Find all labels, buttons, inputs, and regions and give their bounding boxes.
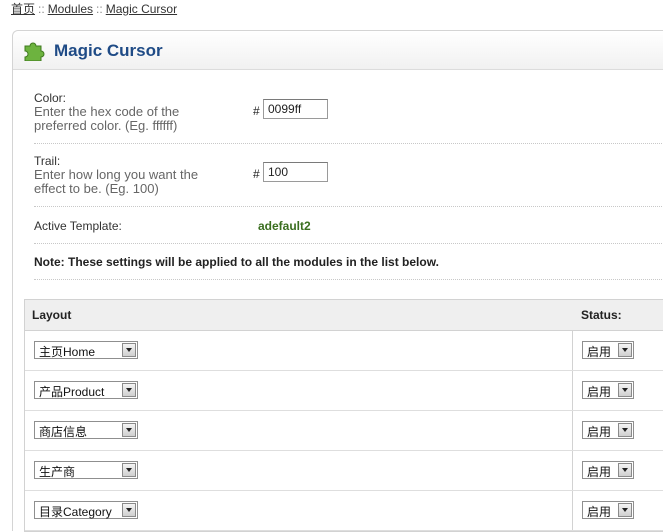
layout-select[interactable]: 主页Home bbox=[34, 341, 138, 359]
table-row: 目录Category 启用 bbox=[25, 491, 663, 531]
chevron-down-icon[interactable] bbox=[122, 503, 136, 517]
color-hash: # bbox=[253, 104, 260, 118]
layout-select-value: 商店信息 bbox=[39, 425, 88, 439]
status-select-value: 启用 bbox=[587, 505, 612, 519]
active-template-row: Active Template: adefault2 bbox=[34, 207, 663, 244]
layout-column-header: Layout bbox=[32, 308, 72, 322]
chevron-down-icon[interactable] bbox=[618, 343, 632, 357]
table-row: 产品Product 启用 bbox=[25, 371, 663, 411]
layout-select[interactable]: 目录Category bbox=[34, 501, 138, 519]
color-input[interactable] bbox=[263, 99, 328, 119]
layout-select-value: 生产商 bbox=[39, 465, 76, 479]
trail-input[interactable] bbox=[263, 162, 328, 182]
breadcrumb-separator: :: bbox=[96, 2, 103, 16]
module-panel: Magic Cursor Color: Enter the hex code o… bbox=[12, 30, 663, 532]
breadcrumb-home-link[interactable]: 首页 bbox=[11, 2, 35, 16]
status-select[interactable]: 启用 bbox=[582, 341, 634, 359]
active-template-label: Active Template: bbox=[34, 219, 122, 233]
settings-note-row: Note: These settings will be applied to … bbox=[34, 244, 663, 280]
status-select-value: 启用 bbox=[587, 425, 612, 439]
status-select-value: 启用 bbox=[587, 385, 612, 399]
status-select[interactable]: 启用 bbox=[582, 421, 634, 439]
table-row: 主页Home 启用 bbox=[25, 331, 663, 371]
trail-setting-row: Trail: Enter how long you want the effec… bbox=[34, 144, 663, 207]
breadcrumb-separator: :: bbox=[38, 2, 45, 16]
chevron-down-icon[interactable] bbox=[618, 383, 632, 397]
settings-note: Note: These settings will be applied to … bbox=[34, 255, 439, 269]
puzzle-piece-icon bbox=[24, 42, 45, 61]
status-select[interactable]: 启用 bbox=[582, 501, 634, 519]
trail-hash: # bbox=[253, 167, 260, 181]
layout-select-value: 产品Product bbox=[39, 385, 105, 399]
layout-select[interactable]: 商店信息 bbox=[34, 421, 138, 439]
color-label: Color: bbox=[34, 91, 67, 105]
color-setting-row: Color: Enter the hex code of the preferr… bbox=[34, 81, 663, 144]
chevron-down-icon[interactable] bbox=[618, 503, 632, 517]
breadcrumb: 首页:: Modules:: Magic Cursor bbox=[11, 0, 177, 17]
breadcrumb-current-link[interactable]: Magic Cursor bbox=[106, 2, 177, 16]
chevron-down-icon[interactable] bbox=[122, 343, 136, 357]
status-select[interactable]: 启用 bbox=[582, 461, 634, 479]
table-row: 生产商 启用 bbox=[25, 451, 663, 491]
status-select-value: 启用 bbox=[587, 345, 612, 359]
layout-select[interactable]: 产品Product bbox=[34, 381, 138, 399]
trail-help-text: Enter how long you want the effect to be… bbox=[34, 167, 199, 196]
status-select[interactable]: 启用 bbox=[582, 381, 634, 399]
layout-select-value: 主页Home bbox=[39, 345, 96, 359]
panel-header: Magic Cursor bbox=[13, 31, 663, 70]
table-header: Layout Status: bbox=[25, 300, 663, 331]
chevron-down-icon[interactable] bbox=[618, 463, 632, 477]
trail-label: Trail: bbox=[34, 154, 61, 168]
color-help-text: Enter the hex code of the preferred colo… bbox=[34, 104, 180, 133]
layout-select-value: 目录Category bbox=[39, 505, 112, 519]
breadcrumb-modules-link[interactable]: Modules bbox=[48, 2, 93, 16]
status-column-header: Status: bbox=[581, 308, 622, 322]
layout-status-table: Layout Status: 主页Home 启用 产品Product 启用 商店… bbox=[24, 299, 663, 532]
table-row: 商店信息 启用 bbox=[25, 411, 663, 451]
active-template-value: adefault2 bbox=[258, 219, 311, 233]
panel-title: Magic Cursor bbox=[54, 41, 163, 60]
chevron-down-icon[interactable] bbox=[122, 423, 136, 437]
chevron-down-icon[interactable] bbox=[122, 463, 136, 477]
chevron-down-icon[interactable] bbox=[618, 423, 632, 437]
chevron-down-icon[interactable] bbox=[122, 383, 136, 397]
layout-select[interactable]: 生产商 bbox=[34, 461, 138, 479]
status-select-value: 启用 bbox=[587, 465, 612, 479]
